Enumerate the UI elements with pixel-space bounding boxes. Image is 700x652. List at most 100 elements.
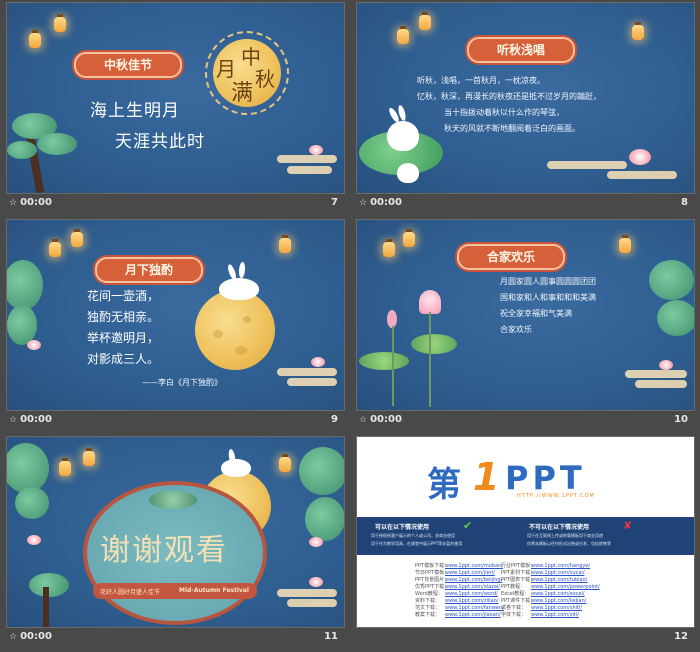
- slide-number: 10: [674, 414, 688, 425]
- flower-icon: [309, 145, 323, 155]
- can-use-title: 可以在以下情况使用: [375, 524, 430, 531]
- pine-leaf-icon: [7, 443, 49, 493]
- slide-thumbnail-11[interactable]: 谢谢观看 花好人圆好月盛人佳节 Mid-Autumn Festival ☆ 00:…: [6, 436, 345, 646]
- timing-label: ☆ 00:00: [359, 414, 402, 425]
- slide-thumbnail-9[interactable]: 月下独酌 花间一壶酒， 独酌无相亲。 举杯邀明月， 对影成三人。 ——李白《月下…: [6, 219, 345, 429]
- slide-line-4: 秋天的风就不断地翻阅着泛白的画面。: [444, 124, 580, 133]
- lantern-icon: [83, 448, 95, 466]
- can-use-item-2: 用于作为教学用具，在课堂中展示PPT等非盈利使用: [371, 541, 463, 546]
- pine-leaf-icon: [7, 260, 43, 310]
- cross-icon: ✘: [623, 519, 633, 532]
- emblem-moon: 月 满 中 秋: [213, 39, 281, 107]
- slide-canvas: 听秋浅唱 听秋，浅唱，一首秋月，一枕凉夜。 忆秋，秋深，再漫长的秋夜还是抵不过岁…: [356, 2, 695, 194]
- resource-link[interactable]: www.1ppt.com/xiazai/: [445, 584, 500, 591]
- lantern-icon: [54, 14, 66, 32]
- resource-link[interactable]: www.1ppt.com/ziliao/: [445, 598, 498, 605]
- pine-leaf-icon: [657, 300, 694, 336]
- slide-footer: 12: [357, 627, 694, 646]
- timing-label: ☆ 00:00: [9, 414, 52, 425]
- pine-leaf-icon: [37, 133, 77, 155]
- pine-leaf-icon: [29, 573, 69, 597]
- lantern-icon: [619, 235, 631, 253]
- links-right: 行业PPT模板： www.1ppt.com/hangye/PPT素材下载： www.…: [501, 563, 631, 623]
- slide-canvas: 合家欢乐 月圆家圆人圆事圆圆圆团团 国和家和人和事和和和美满 祝全家幸福和气美满…: [356, 219, 695, 411]
- lantern-icon: [59, 458, 71, 476]
- slide-thumbnail-12[interactable]: 第 1 PPT HTTP://WWW.1PPT.COM 可以在以下情况使用 ✔ …: [356, 436, 695, 646]
- lotus-leaf-icon: [359, 352, 409, 370]
- moon-icon: [195, 290, 275, 370]
- resource-link[interactable]: www.1ppt.com/shiti/: [531, 605, 582, 612]
- timing-label: ☆ 00:00: [9, 631, 52, 642]
- logo-ppt: PPT: [505, 459, 586, 497]
- flower-icon: [27, 340, 41, 350]
- transition-star-icon: ☆: [9, 415, 18, 425]
- slide-number: 8: [681, 197, 688, 208]
- pine-leaf-icon: [305, 497, 344, 541]
- cloud-icon: [635, 380, 687, 388]
- transition-star-icon: ☆: [9, 632, 18, 642]
- lantern-icon: [279, 235, 291, 253]
- link-label: PPT素材下载：: [501, 570, 536, 576]
- link-label: PPT模板下载：: [415, 563, 450, 569]
- lantern-icon: [419, 12, 431, 30]
- slide-line-3: 祝全家幸福和气美满: [500, 309, 572, 318]
- link-label: PPT背景图片：: [415, 577, 450, 583]
- resource-link[interactable]: www.1ppt.com/ziti/: [531, 612, 579, 619]
- lotus-flower-icon: [419, 290, 441, 314]
- slide-canvas: 月下独酌 花间一壶酒， 独酌无相亲。 举杯邀明月， 对影成三人。 ——李白《月下…: [6, 219, 345, 411]
- slide-thumbnail-8[interactable]: 听秋浅唱 听秋，浅唱，一首秋月，一枕凉夜。 忆秋，秋深，再漫长的秋夜还是抵不过岁…: [356, 2, 695, 212]
- link-label: 字体下载：: [501, 612, 527, 618]
- slide-line-1: 听秋，浅唱，一首秋月，一枕凉夜。: [417, 76, 545, 85]
- resource-link[interactable]: www.1ppt.com/moban/: [445, 563, 503, 570]
- slide-footer: ☆ 00:00 11: [7, 627, 344, 646]
- transition-star-icon: ☆: [359, 415, 368, 425]
- pine-leaf-icon: [649, 260, 694, 300]
- cloud-icon: [287, 166, 332, 174]
- flower-icon: [629, 149, 651, 165]
- slide-line-1: 月圆家圆人圆事圆圆圆团团: [500, 277, 596, 286]
- link-label: 行业PPT模板：: [501, 563, 536, 569]
- transition-star-icon: ☆: [359, 198, 368, 208]
- cloud-icon: [287, 378, 337, 386]
- cloud-icon: [277, 368, 337, 376]
- pine-leaf-icon: [15, 487, 49, 519]
- link-label: Excel教程：: [501, 591, 530, 597]
- cloud-icon: [277, 589, 337, 597]
- lantern-icon: [383, 239, 395, 257]
- thanks-title: 谢谢观看: [100, 533, 228, 568]
- pine-leaf-icon: [149, 491, 197, 509]
- link-label: PPT教程：: [501, 584, 526, 590]
- slide-thumbnail-10[interactable]: 合家欢乐 月圆家圆人圆事圆圆圆团团 国和家和人和事和和和美满 祝全家幸福和气美满…: [356, 219, 695, 429]
- resource-link[interactable]: www.1ppt.com/hangye/: [531, 563, 590, 570]
- slide-line-4: 合家欢乐: [500, 325, 532, 334]
- link-label: 优秀PPT下载：: [415, 584, 450, 590]
- slide-line-1: 海上生明月: [90, 101, 180, 121]
- resource-link[interactable]: www.1ppt.com/beijing/: [445, 577, 502, 584]
- resource-link[interactable]: www.1ppt.com/jieri/: [445, 570, 495, 577]
- rabbit-icon: [387, 121, 419, 151]
- resource-link[interactable]: www.1ppt.com/kejian/: [531, 598, 586, 605]
- cannot-use-item-1: 用于在互联网上传或转载模板用于商业用途: [527, 533, 603, 538]
- slide-title-pill: 合家欢乐: [457, 244, 565, 270]
- resource-link[interactable]: www.1ppt.com/powerpoint/: [531, 584, 600, 591]
- resource-link[interactable]: www.1ppt.com/excel/: [531, 591, 585, 598]
- resource-link[interactable]: www.1ppt.com/tubiao/: [531, 577, 587, 584]
- resource-link[interactable]: www.1ppt.com/fanwen/: [445, 605, 504, 612]
- subtitle-right: Mid-Autumn Festival: [179, 587, 249, 594]
- slide-canvas: 中秋佳节 海上生明月 天涯共此时 月 满 中 秋: [6, 2, 345, 194]
- slide-canvas: 第 1 PPT HTTP://WWW.1PPT.COM 可以在以下情况使用 ✔ …: [356, 436, 695, 628]
- link-label: 资料下载：: [415, 598, 441, 604]
- cloud-icon: [277, 155, 337, 163]
- lotus-leaf-icon: [411, 334, 457, 354]
- slide-thumbnail-7[interactable]: 中秋佳节 海上生明月 天涯共此时 月 满 中 秋 ☆ 00:00 7: [6, 2, 345, 212]
- resource-link[interactable]: www.1ppt.com/jiaoan/: [445, 612, 501, 619]
- resource-link[interactable]: www.1ppt.com/sucai/: [531, 570, 585, 577]
- cloud-icon: [607, 171, 677, 179]
- slide-line-3: 当十指拨动着秋以什么作的琴弦，: [444, 108, 564, 117]
- resource-link[interactable]: www.1ppt.com/word/: [445, 591, 498, 598]
- lantern-icon: [403, 229, 415, 247]
- link-label: 节日PPT模板：: [415, 570, 450, 576]
- pine-leaf-icon: [299, 447, 344, 495]
- slide-line-2: 国和家和人和事和和和美满: [500, 293, 596, 302]
- slide-number: 9: [331, 414, 338, 425]
